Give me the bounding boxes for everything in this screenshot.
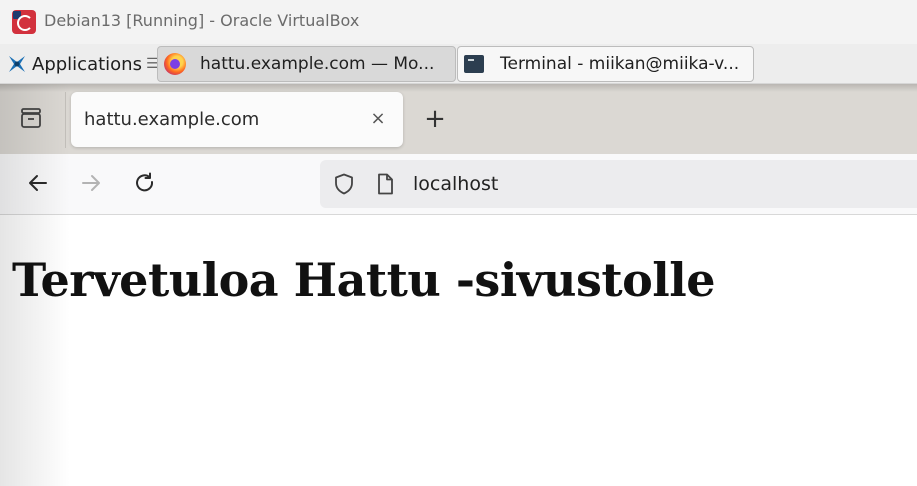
tab-title: hattu.example.com (84, 109, 260, 130)
new-tab-button[interactable]: + (420, 104, 450, 134)
back-button[interactable] (21, 168, 55, 202)
taskbar-item-label: hattu.example.com — Mo... (200, 54, 435, 74)
reload-button[interactable] (128, 168, 162, 202)
close-tab-icon[interactable]: × (368, 108, 388, 129)
applications-label: Applications (32, 53, 142, 75)
xfce-panel: Applications ☰ hattu.example.com — Mo...… (0, 44, 917, 84)
xfce-logo-icon (6, 53, 28, 75)
tracking-protection-shield-icon[interactable] (332, 172, 356, 196)
vbox-titlebar: Debian13 [Running] - Oracle VirtualBox (0, 0, 917, 44)
tab-hattu[interactable]: hattu.example.com × (71, 92, 403, 147)
taskbar-item-firefox[interactable]: hattu.example.com — Mo... (157, 46, 456, 82)
page-info-icon[interactable] (375, 172, 395, 196)
reload-icon (133, 171, 157, 199)
forward-button[interactable] (74, 168, 108, 202)
tabstrip-divider (65, 92, 66, 148)
arrow-left-icon (26, 171, 50, 199)
tab-overview-button[interactable] (12, 104, 50, 136)
firefox-icon (164, 53, 186, 75)
tab-overview-icon (19, 107, 43, 133)
terminal-icon (464, 53, 486, 75)
window-title: Debian13 [Running] - Oracle VirtualBox (44, 11, 360, 30)
arrow-right-icon (79, 171, 103, 199)
virtualbox-vm-icon (12, 10, 36, 34)
url-text[interactable]: localhost (413, 173, 498, 195)
url-bar[interactable]: localhost (320, 160, 917, 208)
applications-menu-button[interactable]: Applications ☰ (0, 46, 159, 82)
taskbar-item-label: Terminal - miikan@miika-v... (500, 54, 740, 74)
tabstrip-shadow (0, 84, 917, 92)
taskbar-item-terminal[interactable]: Terminal - miikan@miika-v... (457, 46, 754, 82)
page-heading: Tervetuloa Hattu -sivustolle (12, 253, 716, 307)
